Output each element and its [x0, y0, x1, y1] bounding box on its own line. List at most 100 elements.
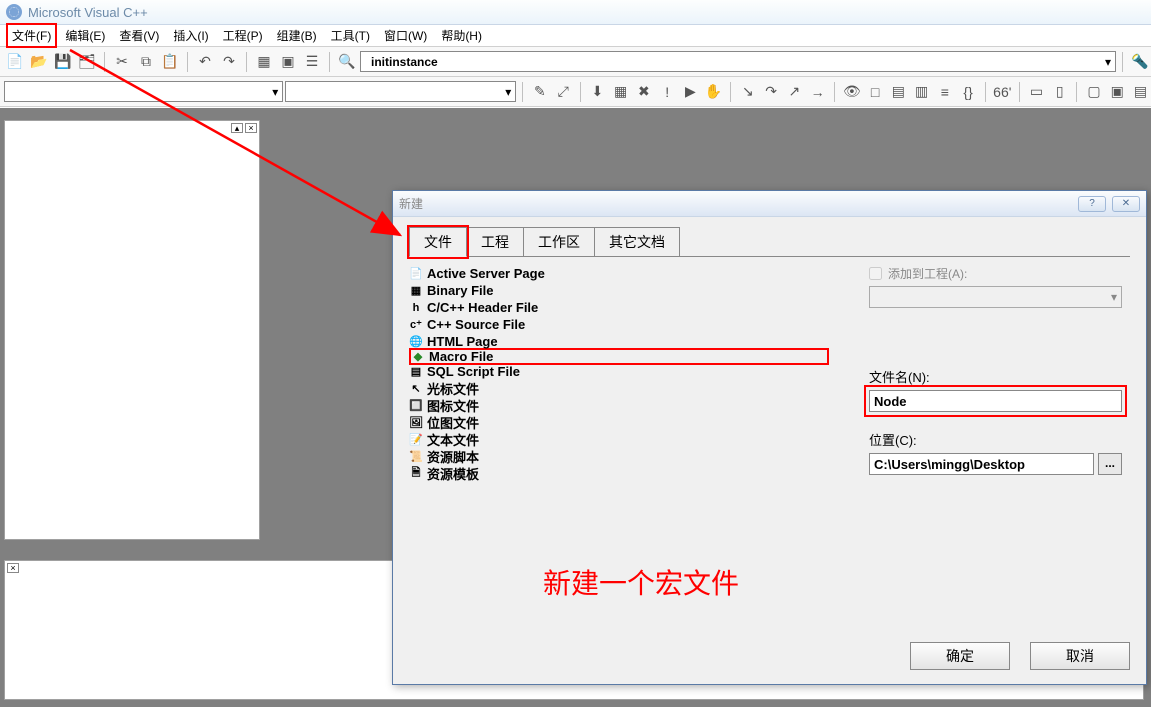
- disasm-icon[interactable]: {}: [957, 81, 978, 103]
- ok-button[interactable]: 确定: [910, 642, 1010, 670]
- dialog-close-icon[interactable]: ✕: [1112, 196, 1140, 212]
- tab-project[interactable]: 工程: [466, 227, 524, 256]
- header-icon: h: [409, 301, 423, 315]
- text-icon: 📝: [409, 433, 423, 447]
- cut-icon[interactable]: ✂: [111, 51, 133, 73]
- step-over-icon[interactable]: ↷: [760, 81, 781, 103]
- quickwatch-icon[interactable]: 66': [992, 81, 1013, 103]
- project-combo: ▾: [869, 286, 1122, 308]
- list-label: HTML Page: [427, 334, 498, 349]
- save-icon[interactable]: 💾: [52, 51, 74, 73]
- new-file-icon[interactable]: 📄: [4, 51, 26, 73]
- toolbar-build: ▾ ▾ ✎ ⤢ ⬇ ▦ ✖ ! ▶ ✋ ↘ ↷ ↗ → 👁 □ ▤ ▥ ≡ {}…: [0, 77, 1151, 107]
- workspace-panel: ▴ ×: [4, 120, 260, 540]
- location-label: 位置(C):: [869, 430, 1122, 449]
- misc-icon-3[interactable]: ▤: [1130, 81, 1151, 103]
- find-icon[interactable]: 🔦: [1129, 51, 1151, 73]
- find-in-files-icon[interactable]: 🔍: [336, 51, 358, 73]
- copy-icon[interactable]: ⧉: [135, 51, 157, 73]
- annotation-text: 新建一个宏文件: [543, 562, 739, 602]
- stop-build-icon[interactable]: ✖: [633, 81, 654, 103]
- list-item-asp[interactable]: 📄Active Server Page: [409, 265, 829, 282]
- callstack-icon[interactable]: ≡: [934, 81, 955, 103]
- dialog-help-icon[interactable]: ?: [1078, 196, 1106, 212]
- list-item-bitmap[interactable]: 🖼位图文件: [409, 414, 829, 431]
- new-dialog: 新建 ? ✕ 文件 工程 工作区 其它文档 📄Active Server Pag…: [392, 190, 1147, 685]
- file-type-list[interactable]: 📄Active Server Page ▦Binary File h C/C++ …: [409, 265, 829, 482]
- find-combo[interactable]: initinstance ▾: [360, 51, 1116, 72]
- titlebar: Microsoft Visual C++: [0, 0, 1151, 25]
- list-item-source[interactable]: c⁺C++ Source File: [409, 316, 829, 333]
- cursor-icon: ↖: [409, 382, 423, 396]
- output-icon[interactable]: ▣: [277, 51, 299, 73]
- list-item-script[interactable]: 📜资源脚本: [409, 448, 829, 465]
- tab-other[interactable]: 其它文档: [594, 227, 680, 256]
- bitmap-icon: 🖼: [409, 416, 423, 430]
- panel-min-icon[interactable]: ▴: [231, 123, 243, 133]
- watch-icon[interactable]: 👁: [841, 81, 862, 103]
- registers-icon[interactable]: ▤: [888, 81, 909, 103]
- location-input[interactable]: [869, 453, 1094, 475]
- list-item-sql[interactable]: ▤SQL Script File: [409, 363, 829, 380]
- list-item-binary[interactable]: ▦Binary File: [409, 282, 829, 299]
- paste-icon[interactable]: 📋: [159, 51, 181, 73]
- menu-insert[interactable]: 插入(I): [167, 25, 214, 46]
- tile-h-icon[interactable]: ▭: [1026, 81, 1047, 103]
- menu-build[interactable]: 组建(B): [271, 25, 323, 46]
- menu-tools[interactable]: 工具(T): [325, 25, 376, 46]
- list-item-icon[interactable]: 🔲图标文件: [409, 397, 829, 414]
- list-item-header[interactable]: h C/C++ Header File: [409, 299, 829, 316]
- cancel-button[interactable]: 取消: [1030, 642, 1130, 670]
- tile-v-icon[interactable]: ▯: [1049, 81, 1070, 103]
- execute-icon[interactable]: !: [657, 81, 678, 103]
- list-label: Active Server Page: [427, 266, 545, 281]
- variables-icon[interactable]: □: [864, 81, 885, 103]
- browse-button[interactable]: ...: [1098, 453, 1122, 475]
- misc-icon-1[interactable]: ▢: [1083, 81, 1104, 103]
- open-icon[interactable]: 📂: [28, 51, 50, 73]
- misc-icon-2[interactable]: ▣: [1107, 81, 1128, 103]
- window-list-icon[interactable]: ☰: [301, 51, 323, 73]
- panel-close-icon[interactable]: ×: [245, 123, 257, 133]
- output-close-icon[interactable]: ×: [7, 563, 19, 573]
- menu-file[interactable]: 文件(F): [6, 23, 57, 48]
- toolbar-standard: 📄 📂 💾 🗂 ✂ ⧉ 📋 ↶ ↷ ▦ ▣ ☰ 🔍 initinstance ▾…: [0, 47, 1151, 77]
- build-icon[interactable]: ▦: [610, 81, 631, 103]
- save-all-icon[interactable]: 🗂: [76, 51, 98, 73]
- binary-icon: ▦: [409, 284, 423, 298]
- filename-input[interactable]: [869, 390, 1122, 412]
- tool-icon-2[interactable]: ⤢: [553, 81, 574, 103]
- memory-icon[interactable]: ▥: [911, 81, 932, 103]
- app-title: Microsoft Visual C++: [28, 5, 148, 20]
- menu-view[interactable]: 查看(V): [113, 25, 165, 46]
- undo-icon[interactable]: ↶: [194, 51, 216, 73]
- icon-file-icon: 🔲: [409, 399, 423, 413]
- tool-icon-1[interactable]: ✎: [529, 81, 550, 103]
- menu-edit[interactable]: 编辑(E): [59, 25, 111, 46]
- tab-workspace[interactable]: 工作区: [523, 227, 595, 256]
- go-icon[interactable]: ▶: [680, 81, 701, 103]
- config-combo[interactable]: ▾: [4, 81, 283, 102]
- redo-icon[interactable]: ↷: [218, 51, 240, 73]
- tab-file[interactable]: 文件: [409, 227, 467, 257]
- run-to-cursor-icon[interactable]: →: [807, 81, 828, 103]
- menu-help[interactable]: 帮助(H): [435, 25, 488, 46]
- list-item-cursor[interactable]: ↖光标文件: [409, 380, 829, 397]
- step-into-icon[interactable]: ↘: [737, 81, 758, 103]
- workspace-icon[interactable]: ▦: [253, 51, 275, 73]
- breakpoint-icon[interactable]: ✋: [703, 81, 724, 103]
- compile-icon[interactable]: ⬇: [587, 81, 608, 103]
- list-item-text[interactable]: 📝文本文件: [409, 431, 829, 448]
- add-to-project-checkbox: [869, 267, 882, 280]
- dialog-title: 新建: [399, 195, 423, 212]
- source-icon: c⁺: [409, 318, 423, 332]
- menu-window[interactable]: 窗口(W): [378, 25, 433, 46]
- filename-label: 文件名(N):: [869, 367, 1122, 386]
- menu-project[interactable]: 工程(P): [217, 25, 269, 46]
- step-out-icon[interactable]: ↗: [784, 81, 805, 103]
- target-combo[interactable]: ▾: [285, 81, 516, 102]
- macro-icon: ◆: [411, 350, 425, 364]
- html-icon: 🌐: [409, 335, 423, 349]
- list-item-template[interactable]: 🗎资源模板: [409, 465, 829, 482]
- list-label: C/C++ Header File: [427, 300, 538, 315]
